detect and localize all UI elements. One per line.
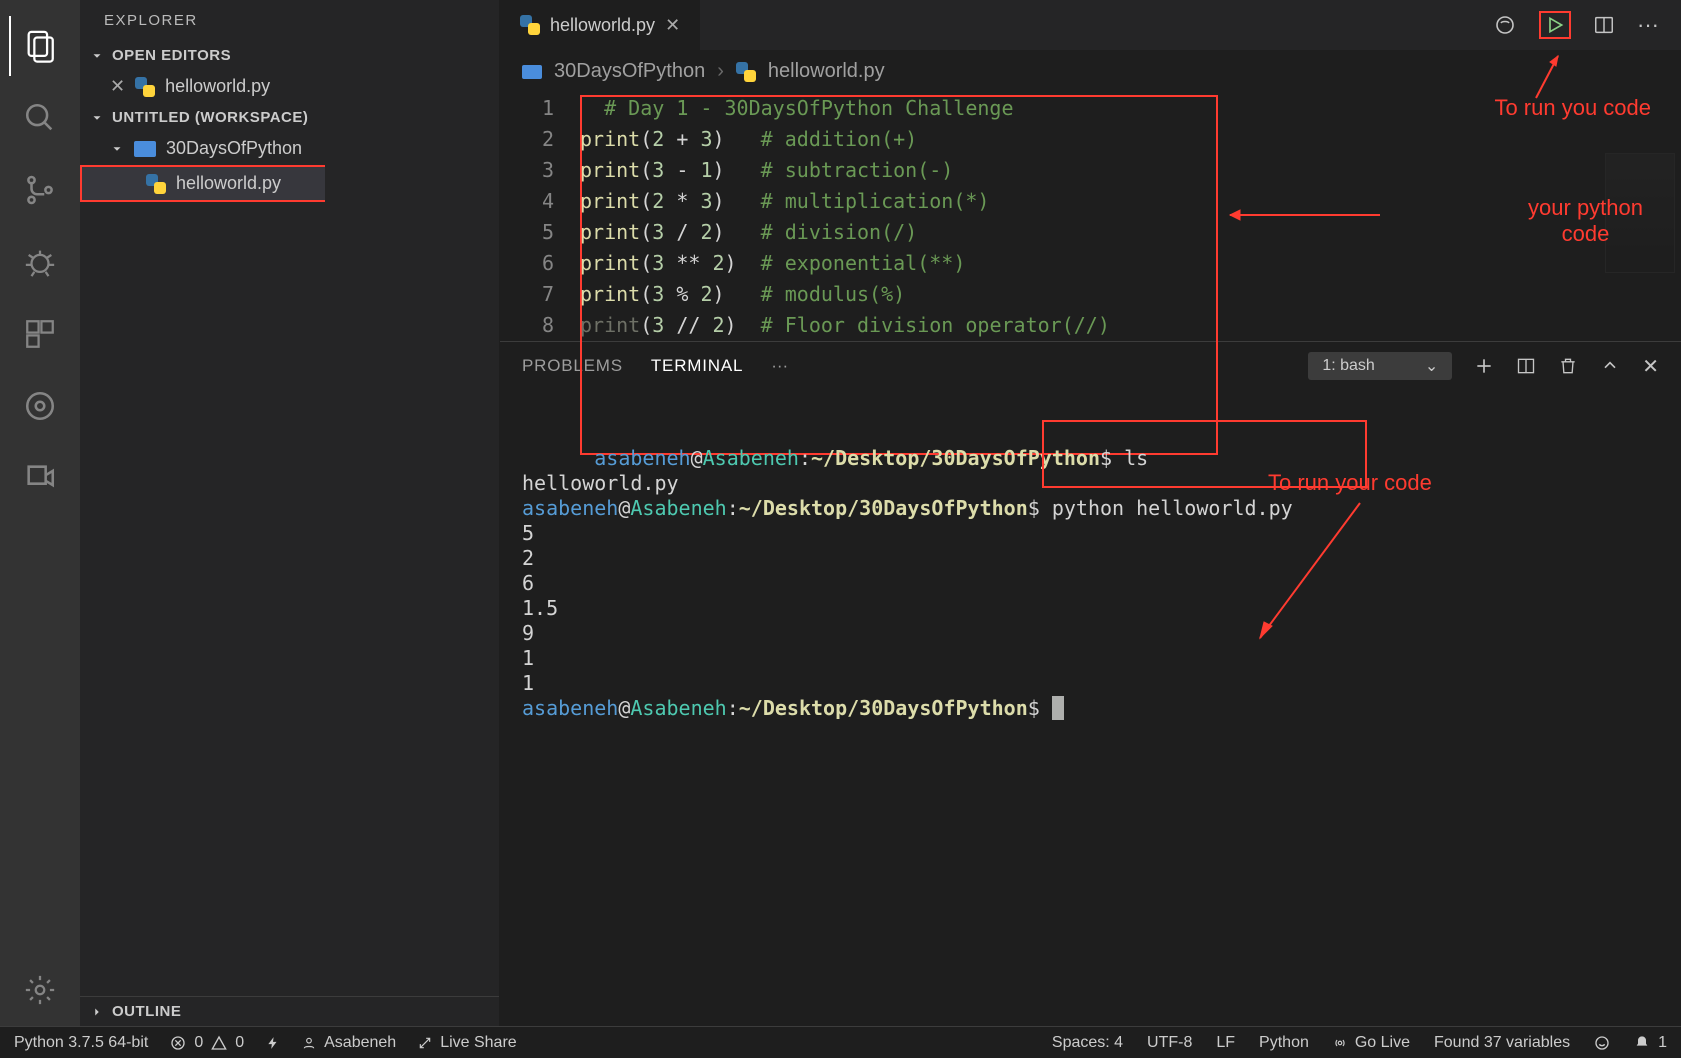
extensions-icon[interactable] [10, 304, 70, 364]
maximize-panel-icon[interactable] [1600, 356, 1620, 376]
tabs-row: helloworld.py ✕ ··· [500, 0, 1681, 50]
folder-name: 30DaysOfPython [166, 138, 302, 159]
more-actions-icon[interactable]: ··· [1637, 12, 1659, 38]
tab-problems[interactable]: PROBLEMS [522, 356, 623, 376]
status-notifications[interactable]: 1 [1634, 1034, 1667, 1052]
status-bar: Python 3.7.5 64-bit 0 0 Asabeneh Live Sh… [0, 1026, 1681, 1058]
python-file-icon [520, 15, 540, 35]
workspace-header[interactable]: UNTITLED (WORKSPACE) [80, 103, 499, 132]
close-panel-icon[interactable]: ✕ [1642, 354, 1659, 379]
tab-filename: helloworld.py [550, 15, 655, 36]
liveshare-activity-icon[interactable] [10, 448, 70, 508]
tab-helloworld[interactable]: helloworld.py ✕ [500, 0, 701, 50]
open-editor-filename: helloworld.py [165, 76, 270, 97]
status-feedback-icon[interactable] [1594, 1035, 1610, 1051]
bottom-panel: PROBLEMS TERMINAL ··· 1: bash ⌄ ✕ asa [500, 341, 1681, 1026]
panel-tabs: PROBLEMS TERMINAL ··· 1: bash ⌄ ✕ [500, 342, 1681, 390]
status-spaces[interactable]: Spaces: 4 [1052, 1034, 1123, 1052]
chevron-right-icon: › [717, 60, 724, 83]
tab-terminal[interactable]: TERMINAL [651, 356, 743, 376]
annotation-run-button: To run you code [1494, 95, 1651, 121]
python-file-icon [135, 77, 155, 97]
terminal-output[interactable]: asabeneh@Asabeneh:~/Desktop/30DaysOfPyth… [500, 390, 1681, 727]
split-terminal-icon[interactable] [1516, 356, 1536, 376]
close-icon[interactable]: ✕ [110, 76, 125, 97]
breadcrumb-folder: 30DaysOfPython [554, 60, 705, 83]
breadcrumb[interactable]: 30DaysOfPython › helloworld.py [500, 50, 1681, 93]
status-liveshare[interactable]: Live Share [418, 1034, 517, 1052]
activity-bar [0, 0, 80, 1026]
open-editors-header[interactable]: OPEN EDITORS [80, 41, 499, 70]
status-found-variables[interactable]: Found 37 variables [1434, 1034, 1570, 1052]
outline-header[interactable]: OUTLINE [80, 996, 499, 1026]
status-bolt-icon[interactable] [266, 1036, 280, 1050]
file-name: helloworld.py [176, 173, 281, 194]
editor-area: helloworld.py ✕ ··· 30DaysOfPython › [500, 0, 1681, 1026]
new-terminal-icon[interactable] [1474, 356, 1494, 376]
explorer-icon[interactable] [9, 16, 69, 76]
gitlens-icon[interactable] [10, 376, 70, 436]
search-icon[interactable] [10, 88, 70, 148]
source-control-icon[interactable] [10, 160, 70, 220]
run-code-button[interactable] [1539, 11, 1571, 39]
code-editor[interactable]: 12345678 # Day 1 - 30DaysOfPython Challe… [500, 93, 1681, 341]
status-language[interactable]: Python [1259, 1034, 1309, 1052]
status-encoding[interactable]: UTF-8 [1147, 1034, 1192, 1052]
status-eol[interactable]: LF [1216, 1034, 1235, 1052]
status-python-version[interactable]: Python 3.7.5 64-bit [14, 1034, 148, 1052]
folder-icon [134, 141, 156, 157]
gitlens-toggle-icon[interactable] [1493, 13, 1517, 37]
settings-gear-icon[interactable] [10, 960, 70, 1020]
breadcrumb-file: helloworld.py [768, 60, 885, 83]
workspace-label: UNTITLED (WORKSPACE) [112, 109, 308, 126]
folder-row[interactable]: 30DaysOfPython [80, 132, 499, 165]
open-editor-item[interactable]: ✕ helloworld.py [80, 70, 499, 103]
panel-more-icon[interactable]: ··· [771, 356, 788, 376]
python-file-icon [736, 62, 756, 82]
open-editors-label: OPEN EDITORS [112, 47, 231, 64]
annotation-your-code: your python code [1528, 195, 1643, 248]
status-user[interactable]: Asabeneh [302, 1034, 396, 1052]
shell-label: 1: bash [1322, 357, 1374, 375]
shell-selector[interactable]: 1: bash ⌄ [1308, 352, 1452, 380]
status-golive[interactable]: Go Live [1333, 1034, 1410, 1052]
chevron-updown-icon: ⌄ [1425, 356, 1438, 376]
explorer-sidebar: EXPLORER OPEN EDITORS ✕ helloworld.py UN… [80, 0, 500, 1026]
folder-icon [522, 65, 542, 79]
file-row-selected[interactable]: helloworld.py [80, 165, 325, 202]
split-editor-icon[interactable] [1593, 14, 1615, 36]
sidebar-title: EXPLORER [80, 0, 499, 41]
status-problems[interactable]: 0 0 [170, 1034, 244, 1052]
trash-icon[interactable] [1558, 356, 1578, 376]
outline-label: OUTLINE [112, 1003, 181, 1020]
python-file-icon [146, 174, 166, 194]
line-gutter: 12345678 [510, 93, 580, 341]
tab-close-icon[interactable]: ✕ [665, 15, 680, 36]
debug-icon[interactable] [10, 232, 70, 292]
